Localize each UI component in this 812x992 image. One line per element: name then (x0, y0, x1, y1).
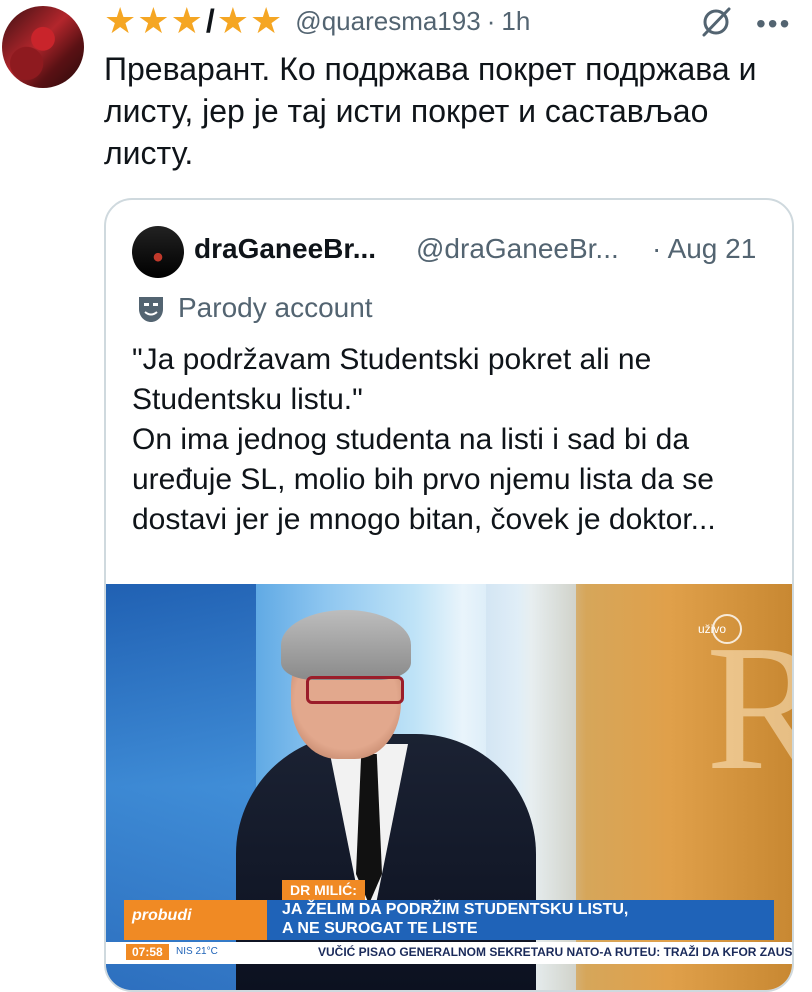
grok-icon[interactable] (698, 4, 734, 40)
star-icon: ★ (170, 0, 203, 41)
star-icon: ★ (104, 0, 137, 41)
more-options-icon[interactable]: ••• (756, 8, 791, 40)
star-icon: ★ (250, 0, 283, 41)
headline-line: A NE SUROGAT TE LISTE (282, 920, 478, 937)
star-icon: ★ (216, 0, 250, 41)
speaker-glasses (306, 676, 404, 704)
separator-dot: · (486, 5, 496, 36)
quoted-display-name[interactable]: draGaneeBr... (194, 233, 376, 265)
quoted-text-line: On ima jednog studenta na listi i sad bi… (132, 423, 716, 536)
quoted-text-line: "Ja podržavam Studentski pokret ali ne S… (132, 343, 652, 416)
quoted-media-image[interactable]: R uživo DR MILIĆ: probudi JA ŽELIM DA PO… (106, 584, 792, 990)
quoted-date: · Aug 21 (652, 233, 756, 265)
speaker-tag: DR MILIĆ: (282, 880, 365, 900)
author-handle[interactable]: @quaresma193 (295, 6, 480, 37)
star-icon: ★ (137, 0, 170, 41)
speaker-hair (281, 610, 411, 680)
ticker-weather: NIS 21°C (176, 946, 218, 957)
tweet-text: Преварант. Ко подржава покрет подржава и… (104, 51, 757, 171)
show-brand: probudi (132, 907, 192, 924)
quoted-author-avatar[interactable] (132, 226, 184, 278)
headline-line: JA ŽELIM DA PODRŽIM STUDENTSKU LISTU, (282, 901, 629, 918)
quoted-date-text: Aug 21 (667, 233, 757, 264)
live-label: uživo (698, 622, 727, 636)
parody-mask-icon (139, 297, 163, 322)
quoted-handle[interactable]: @draGaneeBr... (416, 233, 619, 265)
separator-dot: · (652, 233, 662, 264)
name-slash: / (205, 2, 215, 39)
parody-label: Parody account (178, 292, 373, 323)
quoted-text: "Ja podržavam Studentski pokret ali ne S… (132, 340, 782, 540)
tweet-time[interactable]: 1h (501, 6, 530, 37)
ticker-time: 07:58 (126, 944, 169, 960)
author-avatar[interactable] (2, 6, 84, 88)
ticker-text: VUČIĆ PISAO GENERALNOM SEKRETARU NATO-A … (318, 945, 792, 959)
lower-third-headline: JA ŽELIM DA PODRŽIM STUDENTSKU LISTU, A … (282, 900, 762, 938)
quoted-tweet[interactable]: draGaneeBr... @draGaneeBr... · Aug 21 Pa… (104, 198, 794, 992)
